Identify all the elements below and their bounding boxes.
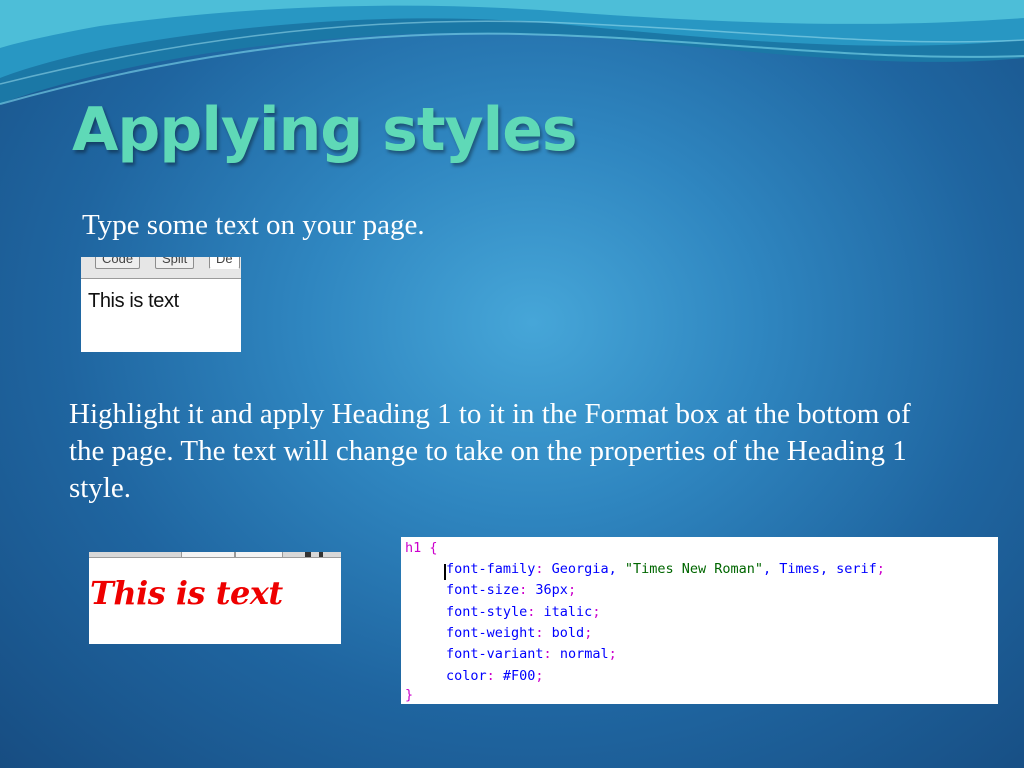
view-tab-bar: Code Split De	[81, 257, 241, 279]
css-property: font-weight	[446, 624, 536, 641]
tab-split: Split	[155, 257, 195, 269]
css-property: font-family	[446, 561, 536, 577]
css-rule-line: font-variant: normal;	[446, 646, 617, 663]
close-brace: }	[405, 687, 414, 703]
css-property: font-style	[446, 603, 528, 620]
plain-text-sample: This is text	[88, 290, 179, 312]
css-value: #F00	[502, 667, 536, 684]
css-value: 36px	[535, 582, 568, 599]
tab-design: De	[209, 257, 240, 269]
css-rule-line: font-family: Georgia, "Times New Roman",…	[446, 561, 885, 577]
instruction-line: Type some text on your page.	[82, 209, 425, 241]
css-property: font-size	[446, 582, 520, 599]
tab-code: Code	[95, 257, 141, 269]
styled-heading-screenshot: This is text	[89, 552, 341, 644]
css-selector: h1	[405, 540, 422, 556]
editor-design-view-screenshot: Code Split De This is text	[81, 257, 241, 352]
css-value: bold	[551, 624, 585, 641]
css-value: normal	[559, 646, 609, 663]
css-rule-line: font-size: 36px;	[446, 582, 577, 599]
css-rule-line: font-style: italic;	[446, 603, 601, 620]
css-value: Georgia, "Times New Roman", Times, serif	[551, 561, 877, 577]
toolbar-strip	[89, 552, 341, 558]
heading1-text-sample: This is text	[90, 574, 283, 612]
open-brace: {	[429, 540, 438, 556]
css-rule-line: font-weight: bold;	[446, 624, 593, 641]
css-code-screenshot: h1 { font-family: Georgia, "Times New Ro…	[401, 537, 998, 704]
css-value: italic	[543, 603, 593, 620]
css-rule-line: color: #F00;	[446, 667, 544, 684]
slide-title: Applying styles	[72, 95, 578, 165]
css-property: font-variant	[446, 646, 544, 663]
instruction-paragraph: Highlight it and apply Heading 1 to it i…	[69, 398, 911, 504]
css-property: color	[446, 667, 487, 684]
code-close-line: }	[405, 685, 413, 704]
code-selector-line: h1 {	[405, 538, 438, 559]
